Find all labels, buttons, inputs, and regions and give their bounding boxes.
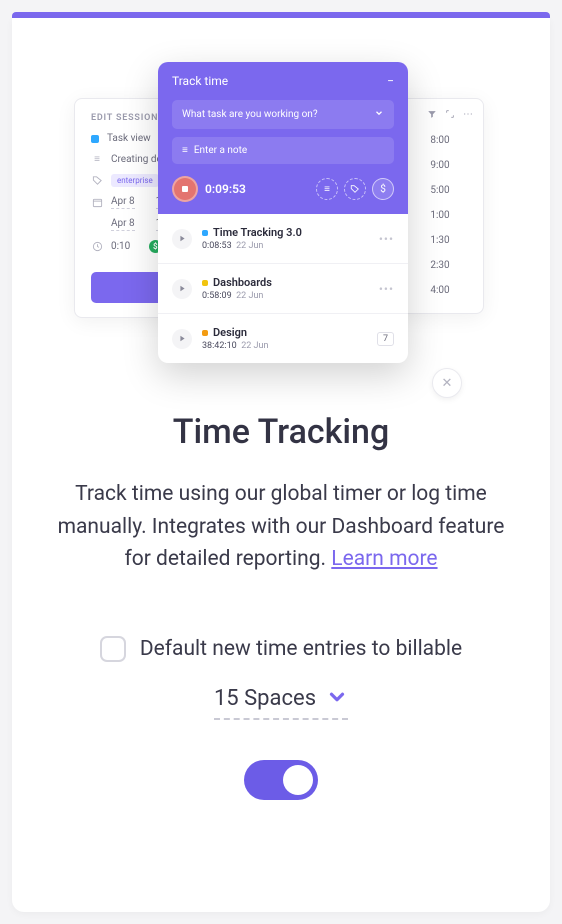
list-icon: ≡ <box>91 153 103 165</box>
stop-button[interactable] <box>172 176 198 202</box>
spaces-dropdown[interactable]: 15 Spaces <box>214 686 348 720</box>
spaces-label: 15 Spaces <box>214 686 316 711</box>
time-slot: 2:30 <box>397 253 483 278</box>
task-view-label: Task view <box>107 133 151 144</box>
chevron-down-icon <box>326 686 348 712</box>
tracker-title: Track time <box>172 74 228 88</box>
time-slot: 5:00 <box>397 178 483 203</box>
expand-icon <box>445 109 455 122</box>
entry-date: 22 Jun <box>236 241 263 251</box>
preview-illustration: EDIT SESSION Task view ≡Creating de ente… <box>12 52 550 372</box>
play-button[interactable] <box>172 229 192 249</box>
elapsed-label: 0:10 <box>111 241 130 252</box>
task-color-icon <box>91 135 99 143</box>
creating-label: Creating de <box>111 154 162 165</box>
entry-row: Time Tracking 3.0 0:08:53 22 Jun ••• <box>158 214 408 264</box>
entry-time: 0:08:53 <box>202 241 232 251</box>
time-slot: 8:00 <box>397 128 483 153</box>
time-slot: 1:30 <box>397 228 483 253</box>
entry-color-icon <box>202 280 208 286</box>
enterprise-tag: enterprise <box>111 174 159 187</box>
enable-toggle[interactable] <box>244 760 318 800</box>
entry-row: Dashboards 0:58:09 22 Jun ••• <box>158 264 408 314</box>
timer-value: 0:09:53 <box>205 182 306 196</box>
time-slot: 9:00 <box>397 153 483 178</box>
billable-checkbox[interactable] <box>100 636 126 662</box>
page-title: Time Tracking <box>52 412 510 452</box>
entry-row: Design 38:42:10 22 Jun 7 <box>158 314 408 363</box>
note-input[interactable]: ≡ Enter a note <box>172 137 394 164</box>
tracker-card: Track time − What task are you working on… <box>158 62 408 363</box>
entry-title-text: Design <box>213 326 247 339</box>
filter-icon <box>427 109 437 122</box>
time-column-card: ⋯ 8:00 9:00 5:00 1:00 1:30 2:30 4:00 <box>396 98 484 314</box>
task-placeholder: What task are you working on? <box>182 109 318 120</box>
entry-count: 7 <box>377 332 394 346</box>
task-input[interactable]: What task are you working on? <box>172 100 394 129</box>
minimize-icon[interactable]: − <box>387 74 394 88</box>
play-button[interactable] <box>172 279 192 299</box>
dollar-circle-icon[interactable]: $ <box>372 178 394 200</box>
date-2: Apr 8 <box>111 218 135 231</box>
entry-title-text: Dashboards <box>213 276 272 289</box>
tag-circle-icon[interactable] <box>344 178 366 200</box>
page-description: Track time using our global timer or log… <box>52 478 510 576</box>
entry-color-icon <box>202 330 208 336</box>
clock-icon <box>91 241 103 253</box>
time-slot: 1:00 <box>397 203 483 228</box>
calendar-icon <box>91 197 103 209</box>
list-circle-icon[interactable]: ≡ <box>316 178 338 200</box>
entry-title-text: Time Tracking 3.0 <box>213 226 302 239</box>
time-slot: 4:00 <box>397 278 483 303</box>
entry-color-icon <box>202 230 208 236</box>
learn-more-link[interactable]: Learn more <box>331 547 437 571</box>
entry-more-icon[interactable]: ••• <box>379 282 394 296</box>
entry-time: 0:58:09 <box>202 291 232 301</box>
note-placeholder: Enter a note <box>194 145 247 156</box>
billable-label: Default new time entries to billable <box>140 637 462 661</box>
entry-time: 38:42:10 <box>202 341 237 351</box>
close-button[interactable]: ✕ <box>432 368 462 398</box>
play-button[interactable] <box>172 329 192 349</box>
more-icon: ⋯ <box>463 109 473 122</box>
entry-date: 22 Jun <box>241 341 268 351</box>
entry-date: 22 Jun <box>236 291 263 301</box>
entry-more-icon[interactable]: ••• <box>379 232 394 246</box>
tag-icon <box>91 175 103 187</box>
chevron-down-icon <box>374 108 384 121</box>
note-icon: ≡ <box>182 145 188 156</box>
date-1: Apr 8 <box>111 196 135 209</box>
